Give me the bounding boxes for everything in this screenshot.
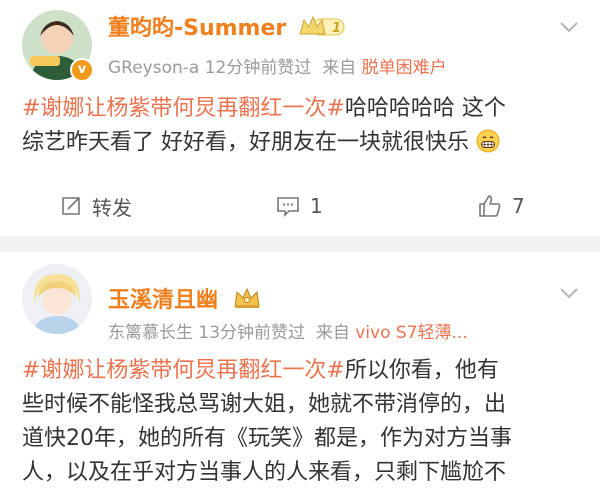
svg-text:1: 1 [332,21,341,36]
source-link[interactable]: 脱单困难户 [362,58,447,78]
comment-button[interactable]: 1 [276,186,323,226]
source-prefix: 来自 [315,323,350,343]
post-meta: GReyson-a 12分钟前赞过 来自 脱单困难户 [108,53,447,78]
source-prefix: 来自 [322,58,357,78]
post-text: #谢娜让杨紫带何炅再翻红一次#哈哈哈哈哈 这个 综艺昨天看了 好好看，好朋友在一… [22,92,578,164]
grin-emoji-icon [476,129,500,164]
source-link[interactable]: vivo S7轻薄... [355,323,467,343]
comment-icon [277,197,299,217]
liked-by-user[interactable]: GReyson-a [108,58,199,78]
action-bar: 转发 1 7 [0,186,600,226]
timestamp: 13分钟前赞过 [198,323,306,343]
repost-button[interactable]: 转发 [60,186,132,226]
gold-crown-icon [232,286,262,316]
post-text: #谢娜让杨紫带何炅再翻红一次#所以你看，他有 些时候不能怪我总骂谢大姐，她就不带… [22,358,512,485]
post-meta: 东篱慕长生 13分钟前赞过 来自 vivo S7轻薄... [108,318,468,343]
timestamp: 12分钟前赞过 [204,58,312,78]
liked-by-user[interactable]: 东篱慕长生 [108,323,193,343]
avatar[interactable] [22,264,92,334]
chevron-down-icon[interactable] [558,16,580,38]
repost-icon [62,197,80,215]
user-name[interactable]: 董昀昀-Summer 1 [108,10,346,44]
card-divider [0,236,600,252]
like-button[interactable]: 7 [478,186,525,226]
chevron-down-icon[interactable] [558,282,580,304]
hashtag-link[interactable]: #谢娜让杨紫带何炅再翻红一次# [22,96,345,121]
thumbs-up-icon [479,195,501,217]
verified-badge-icon: v [70,58,94,82]
membership-crown-icon: 1 [298,14,346,44]
hashtag-link[interactable]: #谢娜让杨紫带何炅再翻红一次# [22,358,345,383]
user-name[interactable]: 玉溪清且幽 [108,282,262,316]
feed-card: v 董昀昀-Summer 1 GReyson-a 12分钟前赞过 来自 脱单困难… [0,0,600,236]
